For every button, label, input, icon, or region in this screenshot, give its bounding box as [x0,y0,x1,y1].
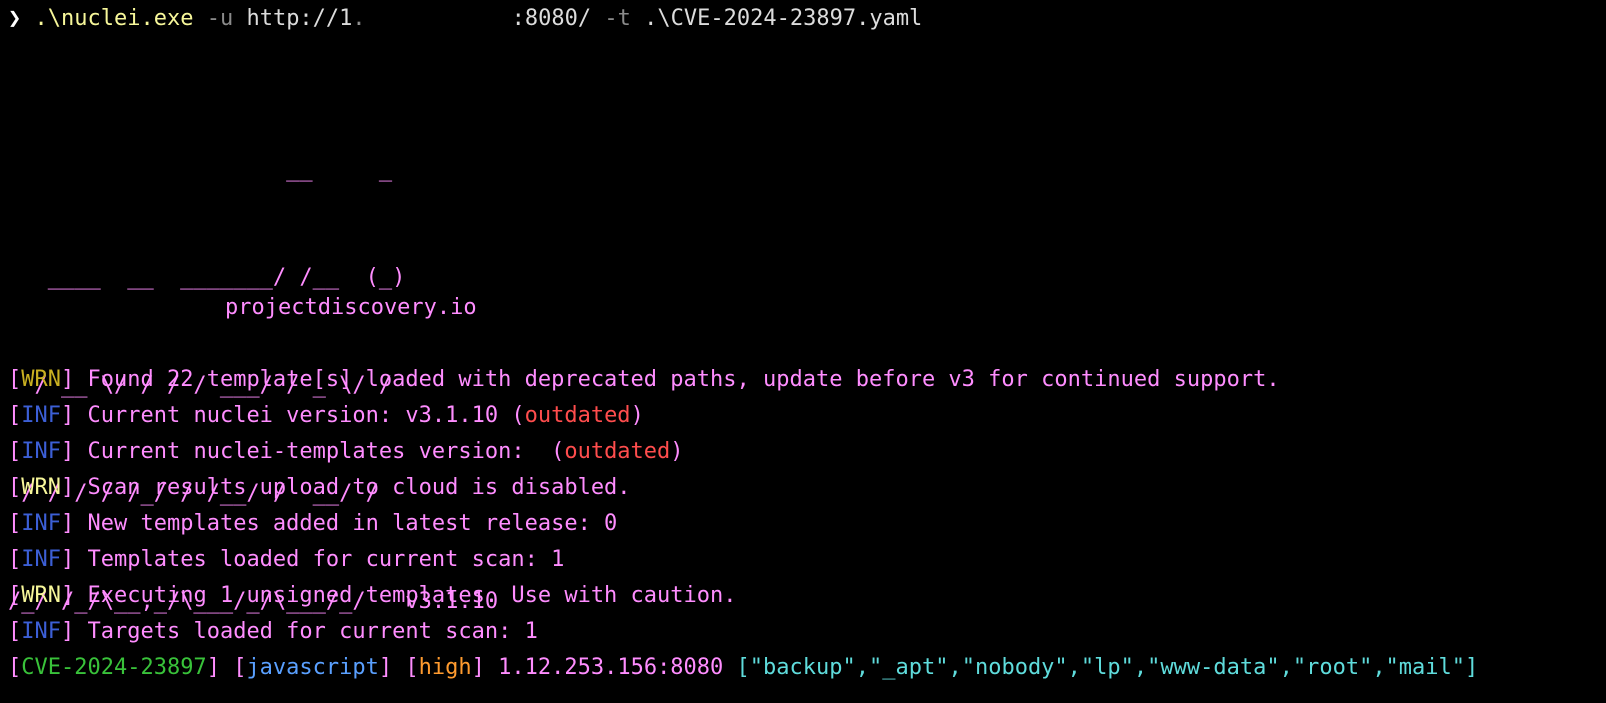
redacted-region [363,5,514,33]
log-line: [WRN] Scan results upload to cloud is di… [8,475,631,500]
log-message: Found 22 template[s] loaded with depreca… [87,367,1280,392]
log-line: [INF] New templates added in latest rele… [8,511,618,536]
log-level-info: INF [21,619,61,644]
log-level-info: INF [21,403,61,428]
log-message: Templates loaded for current scan: 1 [87,547,565,572]
command-url-start: http://1. [246,6,366,31]
banner-site: projectdiscovery.io [225,295,477,320]
log-line: [INF] Templates loaded for current scan:… [8,547,565,572]
command-flag-t: -t [604,6,631,31]
log-message: Current nuclei-templates version: ( [87,439,565,464]
command-prompt-line: ❯ .\nuclei.exe -u http://1. :8080/ -t .\C… [8,2,922,36]
log-message: New templates added in latest release: 0 [87,511,618,536]
terminal-window[interactable]: ❯ .\nuclei.exe -u http://1. :8080/ -t .\C… [0,0,1606,703]
result-target: 1.12.253.156:8080 [498,655,724,680]
command-flag-u: -u [206,6,234,31]
log-level-info: INF [21,547,61,572]
log-line: [INF] Current nuclei version: v3.1.10 (o… [8,403,644,428]
log-level-warn: WRN [21,475,61,500]
log-level-info: INF [21,511,61,536]
command-executable: .\nuclei.exe [34,6,194,31]
result-protocol: javascript [246,655,379,680]
result-extracted-values: ["backup","_apt","nobody","lp","www-data… [736,655,1479,680]
prompt-chevron-icon: ❯ [8,6,22,31]
command-url-end: :8080/ [511,6,592,31]
log-line: [WRN] Executing 1 unsigned templates. Us… [8,583,737,608]
log-message: Executing 1 unsigned templates. Use with… [87,583,737,608]
log-line: [INF] Targets loaded for current scan: 1 [8,619,538,644]
log-level-warn: WRN [21,583,61,608]
log-line: [INF] Current nuclei-templates version: … [8,439,684,464]
log-level-warn: WRN [21,367,61,392]
log-message: Current nuclei version: v3.1.10 ( [87,403,525,428]
log-message: Targets loaded for current scan: 1 [87,619,538,644]
outdated-label: outdated [564,439,671,464]
banner-line: __ _ [8,157,393,182]
result-template-id: CVE-2024-23897 [21,655,207,680]
command-template-arg: .\CVE-2024-23897.yaml [644,6,923,31]
log-level-info: INF [21,439,61,464]
outdated-label: outdated [524,403,631,428]
scan-result-line: [CVE-2024-23897] [javascript] [high] 1.1… [8,655,1479,680]
result-severity: high [418,655,472,680]
log-message: Scan results upload to cloud is disabled… [87,475,631,500]
log-line: [WRN] Found 22 template[s] loaded with d… [8,367,1280,392]
